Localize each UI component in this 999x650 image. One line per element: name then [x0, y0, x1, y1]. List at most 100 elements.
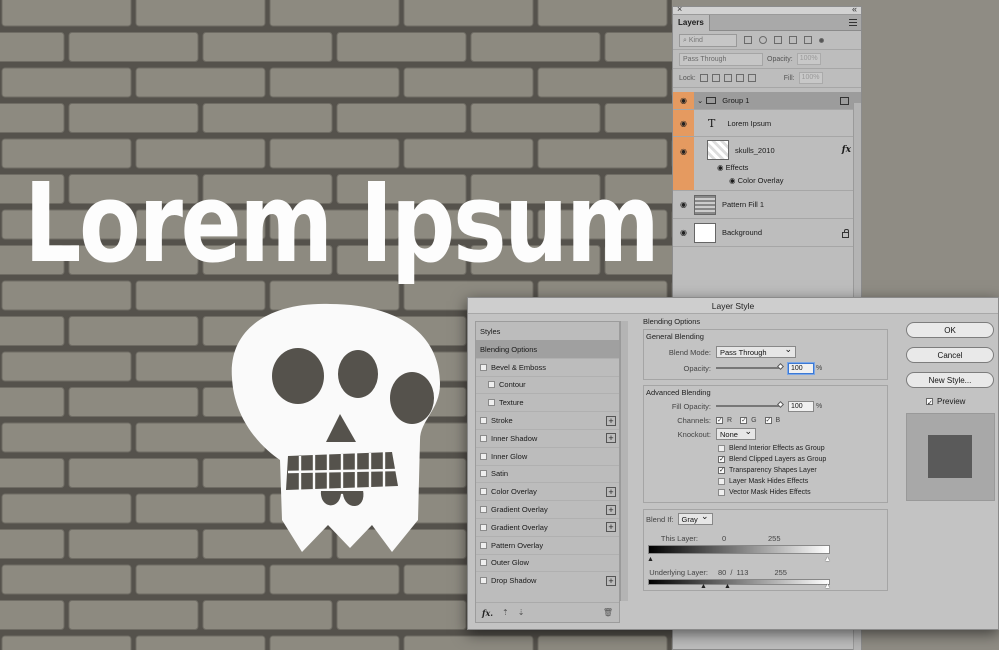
panel-menu-icon[interactable]: [849, 19, 857, 26]
trash-icon[interactable]: 🗑: [603, 608, 613, 617]
add-gradient-overlay-icon[interactable]: +: [606, 504, 616, 515]
filter-shape-icon[interactable]: [789, 36, 797, 44]
filter-kind-select[interactable]: ⌕ Kind: [679, 33, 737, 47]
checkbox[interactable]: [480, 506, 487, 514]
ok-button[interactable]: OK: [906, 322, 994, 338]
visibility-eye-icon[interactable]: ◉: [673, 92, 694, 109]
layer-mask-hides-checkbox[interactable]: [718, 478, 725, 485]
checkbox[interactable]: [488, 399, 495, 407]
checkbox[interactable]: [480, 452, 487, 460]
checkbox[interactable]: [480, 559, 487, 567]
blend-if-select[interactable]: Gray: [677, 511, 713, 525]
opacity-slider-knob[interactable]: [776, 362, 785, 371]
lock-artboard-icon[interactable]: [735, 74, 744, 82]
style-item-inner-shadow[interactable]: Inner Shadow +: [476, 428, 619, 447]
color-overlay-row[interactable]: ◉ Color Overlay: [729, 176, 784, 185]
underlying-black-slider-right[interactable]: ▲: [724, 583, 731, 590]
cancel-button[interactable]: Cancel: [906, 347, 994, 363]
filter-smart-object-icon[interactable]: [804, 36, 812, 44]
fill-opacity-slider[interactable]: [716, 400, 785, 409]
style-item-satin[interactable]: Satin: [476, 464, 619, 483]
add-color-overlay-icon[interactable]: +: [606, 486, 616, 497]
vector-mask-hides-checkbox[interactable]: [718, 489, 725, 496]
move-up-icon[interactable]: ⇡: [502, 608, 509, 617]
collapse-panel-icon[interactable]: «: [852, 4, 857, 14]
transparency-shapes-checkbox[interactable]: [718, 467, 725, 474]
opacity-slider[interactable]: [716, 362, 785, 371]
channel-r-checkbox[interactable]: [716, 416, 723, 424]
channel-b-checkbox[interactable]: [764, 416, 772, 424]
underlying-black-slider-left[interactable]: ▲: [700, 583, 707, 590]
style-item-drop-shadow[interactable]: Drop Shadow +: [476, 571, 619, 589]
add-drop-shadow-icon[interactable]: +: [606, 575, 616, 586]
style-item-color-overlay[interactable]: Color Overlay +: [476, 482, 619, 500]
checkbox[interactable]: [480, 541, 487, 549]
style-item-inner-glow[interactable]: Inner Glow: [476, 446, 619, 465]
visibility-eye-icon[interactable]: ◉: [673, 191, 694, 218]
checkbox[interactable]: [480, 523, 487, 531]
checkbox[interactable]: [480, 577, 487, 585]
checkbox[interactable]: [488, 381, 495, 389]
styles-scrollbar[interactable]: [620, 321, 628, 601]
blend-mode-select[interactable]: Pass Through: [716, 344, 796, 358]
filter-toggle-icon[interactable]: [819, 37, 824, 43]
effects-row[interactable]: ◉ Effects: [717, 163, 784, 172]
layer-style-dialog[interactable]: Layer Style Styles Blending Options Beve…: [467, 297, 999, 630]
layer-row-background[interactable]: ◉ Background: [673, 219, 861, 247]
preview-checkbox[interactable]: [926, 398, 933, 405]
style-item-gradient-overlay[interactable]: Gradient Overlay +: [476, 500, 619, 518]
move-down-icon[interactable]: ⇣: [518, 608, 525, 617]
style-item-blending-options[interactable]: Blending Options: [476, 340, 619, 358]
layer-row-lorem-ipsum[interactable]: ◉ T Lorem Ipsum: [673, 110, 861, 137]
visibility-eye-icon[interactable]: ◉: [673, 110, 694, 136]
blend-clipped-checkbox[interactable]: [718, 456, 725, 463]
style-item-texture[interactable]: Texture: [476, 393, 619, 411]
lock-position-icon[interactable]: [723, 74, 732, 82]
fx-menu-icon[interactable]: fx.: [482, 608, 493, 618]
blend-interior-checkbox[interactable]: [718, 445, 725, 452]
lock-all-icon[interactable]: [747, 74, 756, 82]
style-item-bevel-emboss[interactable]: Bevel & Emboss: [476, 357, 619, 376]
checkbox[interactable]: [480, 417, 487, 425]
styles-header[interactable]: Styles: [476, 322, 619, 340]
underlying-white-slider[interactable]: ▲: [824, 583, 831, 590]
layer-fill-input[interactable]: 100%: [798, 72, 823, 84]
add-inner-shadow-icon[interactable]: +: [606, 433, 616, 444]
style-item-gradient-overlay-2[interactable]: Gradient Overlay +: [476, 517, 619, 536]
fill-opacity-slider-knob[interactable]: [776, 400, 785, 409]
new-style-button[interactable]: New Style...: [906, 372, 994, 388]
lock-transparent-icon[interactable]: [699, 74, 708, 82]
opacity-input[interactable]: 100: [788, 362, 814, 374]
layer-row-pattern-fill[interactable]: ◉ Pattern Fill 1: [673, 191, 861, 219]
visibility-eye-icon[interactable]: ◉: [673, 219, 694, 246]
close-panel-icon[interactable]: ×: [677, 4, 682, 14]
style-item-pattern-overlay[interactable]: Pattern Overlay: [476, 535, 619, 554]
layer-blend-mode-select[interactable]: Pass Through: [679, 52, 763, 66]
layer-row-skulls[interactable]: ◉ skulls_2010 ◉ Effects ◉ Color Overlay …: [673, 137, 861, 191]
checkbox[interactable]: [480, 363, 487, 371]
style-item-contour[interactable]: Contour: [476, 375, 619, 394]
checkbox[interactable]: [480, 434, 487, 442]
checkbox[interactable]: [480, 470, 487, 478]
underlying-layer-ramp[interactable]: [648, 579, 830, 585]
filter-pixel-icon[interactable]: [744, 36, 752, 44]
this-layer-black-slider[interactable]: ▲: [647, 556, 654, 563]
add-stroke-icon[interactable]: +: [606, 415, 616, 426]
add-gradient-overlay-icon[interactable]: +: [606, 522, 616, 533]
filter-adjustment-icon[interactable]: [759, 36, 767, 44]
fill-opacity-input[interactable]: 100: [788, 400, 814, 412]
this-layer-white-slider[interactable]: ▲: [824, 556, 831, 563]
style-item-stroke[interactable]: Stroke +: [476, 411, 619, 429]
tab-layers[interactable]: Layers: [673, 15, 710, 31]
knockout-select[interactable]: None: [716, 426, 756, 440]
visibility-eye-icon[interactable]: ◉: [673, 137, 694, 190]
filter-type-icon[interactable]: [774, 36, 782, 44]
layer-opacity-input[interactable]: 100%: [796, 53, 821, 65]
checkbox[interactable]: [480, 488, 487, 496]
lock-image-icon[interactable]: [711, 74, 720, 82]
style-item-outer-glow[interactable]: Outer Glow: [476, 553, 619, 572]
fx-icon[interactable]: fx: [842, 145, 851, 155]
expand-group-icon[interactable]: ⌄: [697, 96, 703, 105]
this-layer-ramp[interactable]: [648, 545, 830, 554]
channel-g-checkbox[interactable]: [740, 416, 748, 424]
